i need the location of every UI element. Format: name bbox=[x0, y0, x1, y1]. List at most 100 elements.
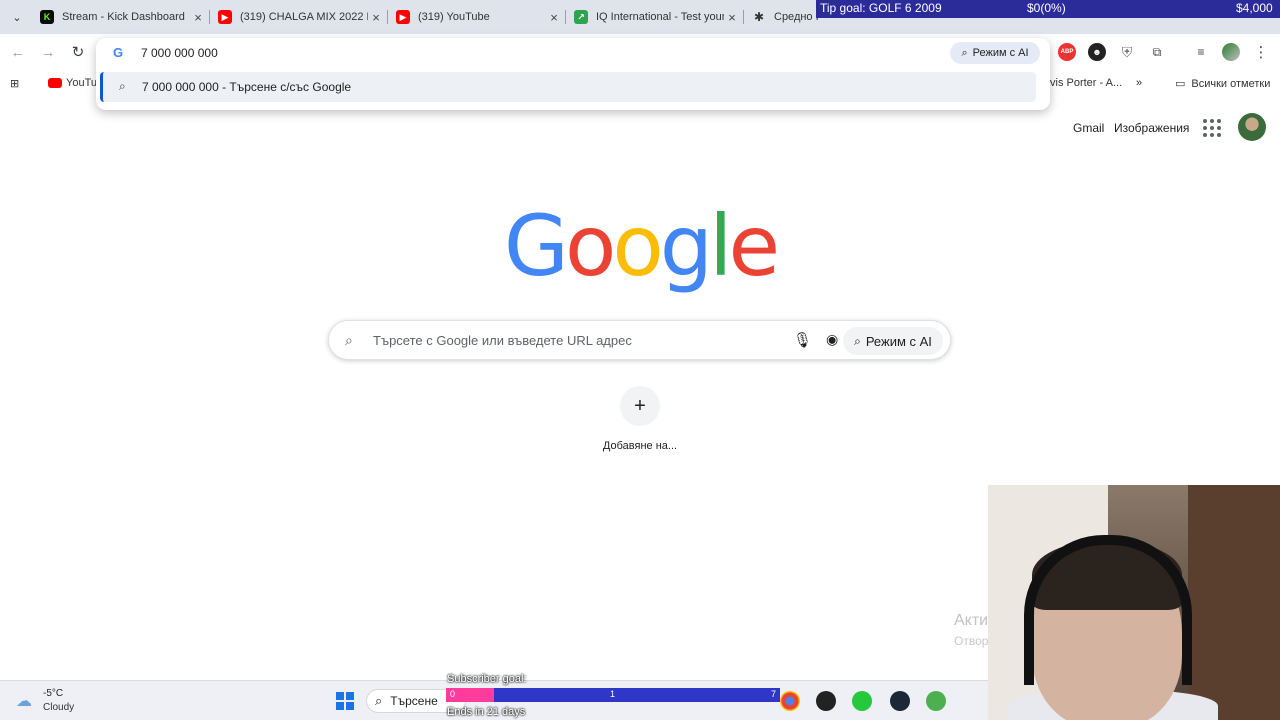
chart-icon: ↗ bbox=[574, 10, 588, 24]
youtube-icon bbox=[48, 78, 62, 88]
suggestion-text: 7 000 000 000 - Търсене с/със Google bbox=[142, 80, 352, 94]
omnibox-dropdown: G 7 000 000 000 ⌕ 7 000 000 000 - Търсен… bbox=[96, 38, 1050, 110]
sparkle-search-icon: ⌕ bbox=[961, 46, 968, 59]
tab-chalga-mix[interactable]: ▶ (319) CHALGA MIX 2022 H × bbox=[210, 4, 384, 30]
all-bookmarks-label: Всички отметки bbox=[1191, 77, 1271, 90]
close-icon[interactable]: × bbox=[368, 10, 384, 25]
headphones-icon bbox=[1024, 535, 1192, 685]
activate-windows-subtitle: Отвор bbox=[954, 634, 989, 648]
microphone-icon[interactable]: 🎙 bbox=[793, 331, 812, 349]
tip-goal-current: $0(0%) bbox=[1027, 1, 1066, 15]
tab-youtube[interactable]: ▶ (319) YouTube × bbox=[388, 4, 562, 30]
arrow-left-icon: ← bbox=[10, 43, 26, 61]
sub-goal-end: 7 bbox=[771, 689, 777, 699]
tab-search-button[interactable]: ⌄ bbox=[6, 6, 28, 28]
reload-icon: ↻ bbox=[71, 44, 85, 61]
bookmark-label: vis Porter - A... bbox=[1050, 77, 1123, 89]
chrome-icon[interactable] bbox=[780, 691, 800, 711]
logo-letter: e bbox=[728, 197, 780, 295]
logo-letter: l bbox=[709, 197, 732, 295]
apps-grid-icon[interactable]: ⊞ bbox=[10, 77, 19, 90]
google-logo: Google bbox=[504, 196, 780, 296]
reload-button[interactable]: ↻ bbox=[68, 42, 88, 62]
tip-goal-label: Tip goal: GOLF 6 2009 bbox=[820, 1, 942, 15]
openai-icon: ✱ bbox=[753, 10, 765, 24]
chevron-down-icon: ⌄ bbox=[12, 11, 22, 24]
tab-title: IQ International - Test your bbox=[596, 11, 724, 23]
adblock-plus-icon[interactable]: ABP bbox=[1058, 43, 1076, 61]
ai-mode-chip[interactable]: ⌕ Режим с AI bbox=[950, 42, 1040, 64]
plus-icon: + bbox=[620, 386, 660, 426]
ai-mode-label: Режим с AI bbox=[865, 333, 932, 349]
logo-letter: g bbox=[659, 197, 713, 295]
back-button[interactable]: ← bbox=[8, 42, 28, 62]
webcam-door bbox=[1188, 485, 1280, 720]
taskbar-search-label: Търсене bbox=[390, 694, 438, 708]
search-icon: ⌕ bbox=[345, 332, 353, 348]
sub-goal-start: 0 bbox=[450, 689, 456, 699]
omnibox-input[interactable]: 7 000 000 000 bbox=[141, 46, 218, 60]
subscriber-goal-label: Subscriber goal: bbox=[447, 673, 527, 685]
logo-letter: o bbox=[564, 197, 616, 295]
kick-icon: K bbox=[40, 10, 54, 24]
tip-goal-overlay: Tip goal: GOLF 6 2009 $0(0%) $4,000 bbox=[816, 0, 1280, 18]
google-g-icon: G bbox=[113, 45, 124, 60]
ai-mode-button[interactable]: ⌕ Режим с AI bbox=[843, 327, 943, 355]
activate-windows-title: Акти bbox=[954, 612, 989, 629]
search-icon: ⌕ bbox=[119, 79, 126, 93]
close-icon[interactable]: × bbox=[724, 10, 740, 25]
subscriber-goal-bar: 0 1 7 bbox=[446, 688, 780, 702]
obs-icon[interactable] bbox=[816, 691, 836, 711]
tab-title: Stream - Kick Dashboard bbox=[62, 11, 185, 23]
forward-button[interactable]: → bbox=[38, 42, 58, 62]
google-lens-icon[interactable]: ◉ bbox=[826, 331, 838, 348]
gmail-link[interactable]: Gmail bbox=[1073, 121, 1104, 135]
youtube-icon: ▶ bbox=[396, 10, 410, 24]
bookmark-travis-porter[interactable]: vis Porter - A... bbox=[1050, 77, 1122, 89]
account-avatar[interactable] bbox=[1238, 113, 1266, 141]
tab-kick-dashboard[interactable]: K Stream - Kick Dashboard × bbox=[32, 4, 206, 30]
sub-goal-mid: 1 bbox=[610, 689, 616, 699]
images-link[interactable]: Изображения bbox=[1114, 121, 1189, 135]
tab-title: (319) CHALGA MIX 2022 H bbox=[240, 11, 368, 23]
tab-title: Средно IQ bbox=[774, 11, 818, 23]
profile-avatar[interactable] bbox=[1222, 43, 1240, 61]
sparkle-search-icon: ⌕ bbox=[854, 333, 861, 348]
cloud-icon[interactable]: ☁ bbox=[16, 691, 32, 711]
extensions-puzzle-icon[interactable]: ⧉ bbox=[1148, 43, 1166, 61]
tab-sredno-iq[interactable]: ✱ Средно IQ bbox=[744, 4, 818, 30]
shield-icon[interactable]: ⛨ bbox=[1118, 43, 1136, 61]
webcam-overlay bbox=[988, 485, 1280, 720]
search-icon: ⌕ bbox=[375, 693, 383, 708]
search-box[interactable]: ⌕ Търсете с Google или въведете URL адре… bbox=[328, 320, 951, 360]
windows-start-icon[interactable] bbox=[336, 692, 354, 710]
stream-tool-icon[interactable] bbox=[852, 691, 872, 711]
steam-icon[interactable] bbox=[890, 691, 910, 711]
search-placeholder[interactable]: Търсете с Google или въведете URL адрес bbox=[373, 333, 632, 348]
extension-cat-icon[interactable]: ☻ bbox=[1088, 43, 1106, 61]
screen: ⌄ K Stream - Kick Dashboard × ▶ (319) CH… bbox=[0, 0, 1280, 720]
arrow-right-icon: → bbox=[40, 43, 56, 61]
close-icon[interactable]: × bbox=[546, 10, 562, 25]
tab-iq-international[interactable]: ↗ IQ International - Test your × bbox=[566, 4, 740, 30]
close-icon[interactable]: × bbox=[190, 10, 206, 25]
tab-title: (319) YouTube bbox=[418, 11, 490, 23]
google-apps-icon[interactable] bbox=[1203, 119, 1221, 137]
omnibox-suggestion[interactable]: ⌕ 7 000 000 000 - Търсене с/със Google bbox=[100, 72, 1036, 102]
utorrent-icon[interactable] bbox=[926, 691, 946, 711]
weather-desc[interactable]: Cloudy bbox=[43, 702, 74, 713]
add-shortcut-label: Добавяне на... bbox=[602, 440, 678, 452]
logo-letter: G bbox=[503, 197, 569, 295]
weather-temp[interactable]: -5°C bbox=[43, 688, 63, 699]
logo-letter: o bbox=[612, 197, 663, 295]
media-controls-icon[interactable]: ≡ bbox=[1192, 43, 1210, 61]
add-shortcut[interactable]: + Добавяне на... bbox=[595, 386, 685, 466]
more-menu-icon[interactable]: ⋮ bbox=[1252, 43, 1270, 61]
subscriber-goal-ends: Ends in 21 days bbox=[447, 706, 526, 718]
all-bookmarks[interactable]: ▭ Всички отметки bbox=[1175, 77, 1271, 91]
ai-mode-label: Режим с AI bbox=[972, 47, 1029, 59]
youtube-icon: ▶ bbox=[218, 10, 232, 24]
folder-icon: ▭ bbox=[1175, 78, 1186, 90]
tip-goal-target: $4,000 bbox=[1236, 1, 1273, 15]
bookmarks-overflow-icon[interactable]: » bbox=[1136, 77, 1142, 89]
